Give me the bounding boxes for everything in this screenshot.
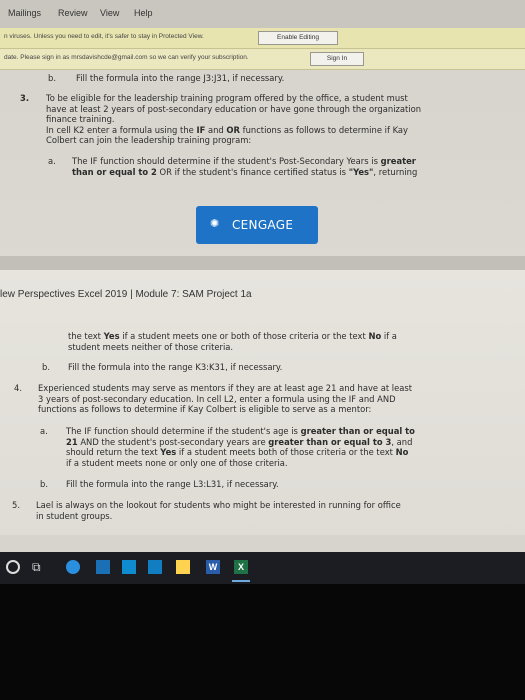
bold-run: 21: [66, 436, 78, 447]
windows-taskbar: ⧉ W X: [0, 552, 525, 584]
text-run: the text: [68, 331, 104, 341]
word-icon[interactable]: W: [206, 560, 220, 574]
step-4a-line-3: should return the text Yes if a student …: [66, 447, 408, 458]
step-a-label: a.: [40, 426, 48, 436]
text-run: if a student meets one or both of those …: [119, 331, 369, 341]
step-a-cont-line-1: the text Yes if a student meets one or b…: [68, 331, 397, 342]
step-5-line-1: Lael is always on the lookout for studen…: [36, 500, 401, 510]
store-icon[interactable]: [96, 560, 110, 574]
step-5-number: 5.: [12, 500, 20, 510]
step-4b-text: Fill the formula into the range L3:L31, …: [66, 479, 279, 489]
document-page-2-content: the text Yes if a student meets one or b…: [0, 0, 525, 552]
text-run: if a student meets both of those criteri…: [176, 447, 396, 457]
bold-run: No: [395, 447, 409, 457]
step-b-label: b.: [42, 362, 50, 372]
step-4-number: 4.: [14, 383, 22, 393]
text-run: AND the student's post-secondary years a…: [77, 436, 269, 447]
step-5-line-2: in student groups.: [36, 510, 113, 521]
step-4-line-3: functions as follows to determine if Kay…: [38, 404, 372, 414]
step-b-label: b.: [40, 479, 48, 489]
screen: Mailings Review View Help n viruses. Unl…: [0, 0, 525, 700]
step-4-line-1: Experienced students may serve as mentor…: [38, 383, 413, 393]
text-run: should return the text: [66, 447, 161, 457]
mail-icon[interactable]: [148, 560, 162, 574]
step-4-line-2: 3 years of post-secondary education. In …: [38, 393, 396, 404]
bold-run: Yes: [103, 331, 120, 341]
step-b-text: Fill the formula into the range K3:K31, …: [68, 362, 283, 372]
screen-bezel: [0, 584, 525, 700]
cortana-circle-icon[interactable]: [6, 560, 20, 574]
task-view-icon[interactable]: ⧉: [32, 560, 46, 574]
step-a-cont-line-2: student meets neither of those criteria.: [68, 341, 234, 352]
step-4a-line-1: The IF function should determine if the …: [66, 426, 415, 437]
bold-run: greater than or equal to 3: [268, 436, 392, 447]
mail-icon[interactable]: [122, 560, 136, 574]
excel-icon[interactable]: X: [234, 560, 248, 574]
bold-run: No: [368, 331, 382, 341]
step-4a-line-4: if a student meets none or only one of t…: [66, 457, 288, 468]
text-run: , and: [391, 436, 413, 447]
edge-icon[interactable]: [66, 560, 80, 574]
folder-icon[interactable]: [176, 560, 190, 574]
bold-run: greater than or equal to: [300, 426, 415, 436]
text-run: The IF function should determine if the …: [66, 426, 301, 436]
active-app-indicator: [232, 580, 250, 582]
bold-run: Yes: [160, 447, 177, 457]
step-4a-line-2: 21 AND the student's post-secondary year…: [66, 437, 412, 448]
text-run: if a: [381, 331, 397, 341]
